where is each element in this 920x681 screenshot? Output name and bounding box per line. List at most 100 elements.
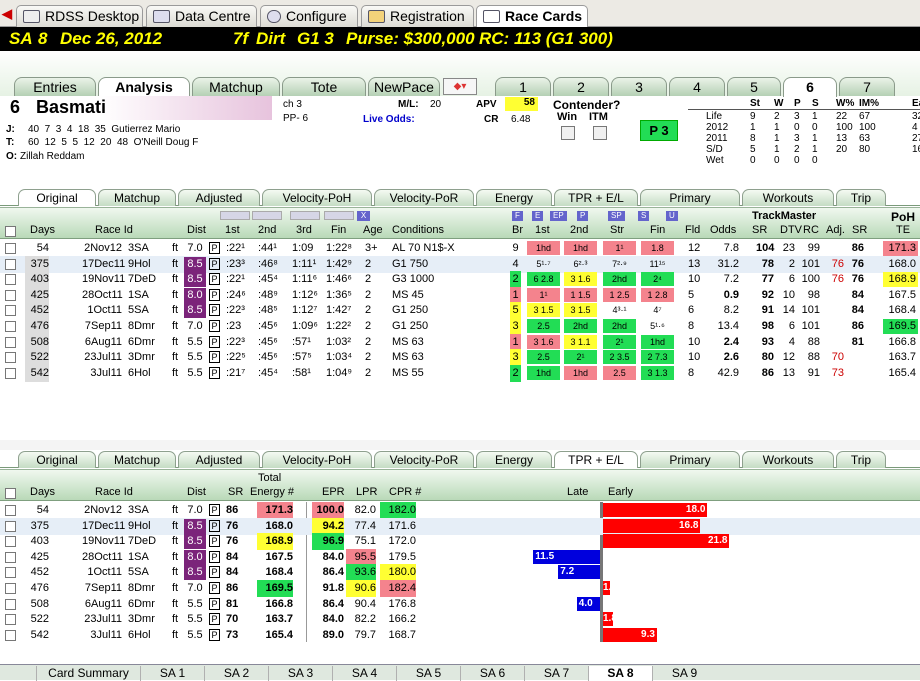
tab-tote[interactable]: Tote xyxy=(282,77,366,96)
bottom-tab-sa-8[interactable]: SA 8 xyxy=(588,666,652,681)
subtab-trip[interactable]: Trip xyxy=(836,451,886,468)
row-checkbox[interactable] xyxy=(5,274,16,286)
row-checkbox[interactable] xyxy=(5,614,16,626)
tab-entries[interactable]: Entries xyxy=(14,77,96,96)
select-all-checkbox[interactable] xyxy=(5,226,16,237)
subtab-primary[interactable]: Primary xyxy=(640,189,740,206)
bottom-tab-sa-4[interactable]: SA 4 xyxy=(332,666,396,681)
subtab-velocity-por[interactable]: Velocity-PoR xyxy=(374,189,474,206)
subtab-workouts[interactable]: Workouts xyxy=(742,451,834,468)
row-checkbox[interactable] xyxy=(5,598,16,610)
row-checkbox[interactable] xyxy=(5,505,16,516)
tab-data-centre[interactable]: Data Centre xyxy=(146,5,257,27)
row-checkbox[interactable] xyxy=(5,258,16,270)
back-arrow-icon[interactable]: ◀ xyxy=(2,6,12,22)
row-checkbox[interactable] xyxy=(5,336,16,348)
pace-filter-button[interactable]: S xyxy=(638,211,650,221)
tab-matchup[interactable]: Matchup xyxy=(192,77,280,96)
subtab-tpr-e-l[interactable]: TPR + E/L xyxy=(554,189,638,206)
row-checkbox[interactable] xyxy=(5,289,16,301)
subtab-velocity-por[interactable]: Velocity-PoR xyxy=(374,451,474,468)
tpr-row[interactable]: 476 7Sep11 8Dmr ft 7.0 P 86 169.5 91.8 90.6 182.4 1… xyxy=(0,580,920,597)
subtab-velocity-poh[interactable]: Velocity-PoH xyxy=(262,189,372,206)
tpr-row[interactable]: 375 17Dec11 9Hol ft 8.5 P 76 168.0 94.2 77.4 171.6… xyxy=(0,517,920,535)
row-checkbox[interactable] xyxy=(5,567,16,579)
horse-tab-7[interactable]: 7 xyxy=(839,77,895,96)
tpr-row[interactable]: 542 3Jul11 6Hol ft 5.5 P 73 165.4 89.0 79.7 168.7 9… xyxy=(0,627,920,644)
fraction-button[interactable] xyxy=(252,211,282,220)
tab-rdss-desktop[interactable]: RDSS Desktop xyxy=(16,5,143,27)
tab-race-cards[interactable]: Race Cards xyxy=(476,5,588,28)
row-checkbox[interactable] xyxy=(5,243,16,254)
subtab-adjusted[interactable]: Adjusted xyxy=(178,451,260,468)
pace-filter-button[interactable]: P xyxy=(577,211,589,221)
row-checkbox[interactable] xyxy=(5,536,16,548)
pace-filter-button[interactable]: F xyxy=(512,211,523,221)
row-checkbox[interactable] xyxy=(5,367,16,379)
tab-configure[interactable]: Configure xyxy=(260,5,358,27)
subtab-energy[interactable]: Energy xyxy=(476,189,552,206)
subtab-energy[interactable]: Energy xyxy=(476,451,552,468)
pp-row[interactable]: 425 28Oct11 1SA ft 8.0 P:24⁶:48⁹ 1:12⁶ 1:36⁵ 2 MS… xyxy=(0,286,920,304)
subtab-trip[interactable]: Trip xyxy=(836,189,886,206)
subtab-original[interactable]: Original xyxy=(18,189,96,206)
pace-filter-button[interactable]: U xyxy=(666,211,678,221)
fraction-button[interactable] xyxy=(220,211,250,220)
tpr-row[interactable]: 522 23Jul11 3Dmr ft 5.5 P 70 163.7 84.0 82.2 166.2… xyxy=(0,611,920,628)
row-checkbox[interactable] xyxy=(5,583,16,594)
bottom-tab-sa-9[interactable]: SA 9 xyxy=(652,666,716,681)
subtab-adjusted[interactable]: Adjusted xyxy=(178,189,260,206)
pp-row[interactable]: 452 1Oct11 5SA ft 8.5 P:22³:48⁵ 1:12⁷ 1:42⁷ 2 G1 … xyxy=(0,302,920,320)
subtab-velocity-poh[interactable]: Velocity-PoH xyxy=(262,451,372,468)
subtab-matchup[interactable]: Matchup xyxy=(98,189,176,206)
pp-row[interactable]: 522 23Jul11 3Dmr ft 5.5 P:22⁵:45⁶:57⁵ 1:03⁴ 2 MS… xyxy=(0,349,920,367)
row-checkbox[interactable] xyxy=(5,352,16,364)
pp-row[interactable]: 403 19Nov11 7DeD ft 8.5 P:22¹:45⁴ 1:11⁶ 1:46⁶ 2 G… xyxy=(0,271,920,289)
pace-filter-button[interactable]: E xyxy=(532,211,544,221)
tpr-row[interactable]: 54 2Nov12 3SA ft 7.0 P 86 171.3 100.0 82.0 182.0 18… xyxy=(0,502,920,519)
bottom-tab-sa-1[interactable]: SA 1 xyxy=(140,666,204,681)
horse-tab-6[interactable]: 6 xyxy=(783,77,837,97)
select-all-checkbox[interactable] xyxy=(5,488,16,499)
win-checkbox[interactable] xyxy=(561,126,575,140)
tpr-row[interactable]: 508 6Aug11 6Dmr ft 5.5 P 81 166.8 86.4 90.4 176.8 4… xyxy=(0,596,920,613)
pace-filter-button[interactable]: EP xyxy=(550,211,567,221)
tab-analysis[interactable]: Analysis xyxy=(98,77,190,97)
itm-checkbox[interactable] xyxy=(593,126,607,140)
pace-filter-button[interactable]: SP xyxy=(608,211,625,221)
subtab-matchup[interactable]: Matchup xyxy=(98,451,176,468)
subtab-original[interactable]: Original xyxy=(18,451,96,468)
row-checkbox[interactable] xyxy=(5,305,16,317)
row-checkbox[interactable] xyxy=(5,629,16,641)
x-button[interactable]: X xyxy=(357,211,370,221)
row-checkbox[interactable] xyxy=(5,321,16,332)
horse-tab-5[interactable]: 5 xyxy=(727,77,781,96)
bottom-tab-sa-6[interactable]: SA 6 xyxy=(460,666,524,681)
subtab-primary[interactable]: Primary xyxy=(640,451,740,468)
bottom-tab-card-summary[interactable]: Card Summary xyxy=(36,666,140,681)
row-checkbox[interactable] xyxy=(5,551,16,563)
tab-newpace[interactable]: NewPace xyxy=(368,77,440,96)
bottom-tab-sa-2[interactable]: SA 2 xyxy=(204,666,268,681)
pp-row[interactable]: 476 7Sep11 8Dmr ft 7.0 P:23:45⁶ 1:09⁶ 1:22² 2 G1 … xyxy=(0,318,920,335)
horse-tab-2[interactable]: 2 xyxy=(553,77,609,96)
pp-row[interactable]: 375 17Dec11 9Hol ft 8.5 P:23³:46⁸ 1:11¹ 1:42⁹ 2 G… xyxy=(0,255,920,273)
saddle-icon[interactable]: ◆▾ xyxy=(443,78,477,95)
pp-row[interactable]: 508 6Aug11 6Dmr ft 5.5 P:22³:45⁶:57¹ 1:03² 2 MS … xyxy=(0,333,920,351)
bottom-tab-sa-7[interactable]: SA 7 xyxy=(524,666,588,681)
tab-registration[interactable]: Registration xyxy=(361,5,474,27)
fraction-button[interactable] xyxy=(290,211,320,220)
subtab-workouts[interactable]: Workouts xyxy=(742,189,834,206)
fraction-button[interactable] xyxy=(324,211,354,220)
pp-row[interactable]: 54 2Nov12 3SA ft 7.0 P:22¹:44¹ 1:09 1:22⁸ 3+ AL 7… xyxy=(0,240,920,257)
horse-tab-1[interactable]: 1 xyxy=(495,77,551,96)
horse-tab-4[interactable]: 4 xyxy=(669,77,725,96)
subtab-tpr-e-l[interactable]: TPR + E/L xyxy=(554,451,638,468)
pp-row[interactable]: 542 3Jul11 6Hol ft 5.5 P:21⁷:45⁴:58¹ 1:04⁹ 2 MS … xyxy=(0,364,920,382)
tpr-row[interactable]: 452 1Oct11 5SA ft 8.5 P 84 168.4 86.4 93.6 180.0 7.… xyxy=(0,564,920,582)
bottom-tab-sa-5[interactable]: SA 5 xyxy=(396,666,460,681)
row-checkbox[interactable] xyxy=(5,520,16,532)
tpr-row[interactable]: 425 28Oct11 1SA ft 8.0 P 84 167.5 84.0 95.5 179.5 1… xyxy=(0,548,920,566)
horse-tab-3[interactable]: 3 xyxy=(611,77,667,96)
bottom-tab-sa-3[interactable]: SA 3 xyxy=(268,666,332,681)
